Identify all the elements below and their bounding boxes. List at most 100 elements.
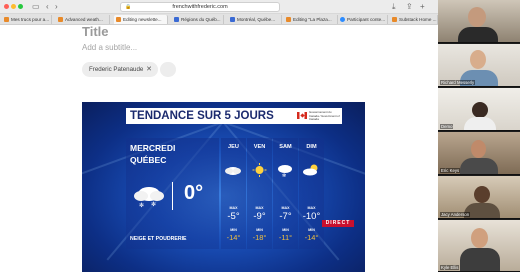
participant-tile[interactable]: Demo bbox=[438, 88, 520, 131]
max-label: MAX bbox=[307, 206, 316, 210]
min-label: MIN bbox=[282, 228, 289, 232]
cloud-icon bbox=[225, 167, 241, 175]
tab-label: Editing newslette... bbox=[123, 17, 162, 22]
max-label: MAX bbox=[281, 206, 290, 210]
forecast-day-ven: VEN MAX -9° MIN -18° bbox=[247, 138, 272, 249]
max-temperature: -5° bbox=[227, 211, 240, 222]
avatar bbox=[474, 186, 490, 203]
avatar bbox=[472, 102, 488, 118]
min-label: MIN bbox=[230, 228, 237, 232]
participant-tile[interactable]: Kyle Ellis bbox=[438, 220, 520, 272]
author-name: Frederic Patenaude bbox=[89, 66, 144, 73]
share-icon[interactable]: ⇪ bbox=[406, 2, 413, 12]
weather-forecast-image: TENDANCE SUR 5 JOURS Gouvernement du Can… bbox=[82, 102, 365, 272]
tab-mes-trucs[interactable]: Mes trucs pour a... bbox=[2, 15, 52, 24]
max-temperature: -7° bbox=[279, 211, 292, 222]
zoom-window-button[interactable] bbox=[18, 4, 23, 9]
sun-cloud-icon bbox=[303, 164, 318, 176]
tab-label: Participant conte... bbox=[347, 17, 386, 22]
participant-tile[interactable]: Jacy Anderson bbox=[438, 176, 520, 219]
participant-tile[interactable] bbox=[438, 0, 520, 43]
tab-editing-la-plaza[interactable]: Editing "La Plaza... bbox=[284, 15, 338, 24]
tab-strip: Mes trucs pour a... Advanced weath... Ed… bbox=[0, 14, 438, 25]
min-temperature: -18° bbox=[252, 233, 267, 242]
tab-label: Mes trucs pour a... bbox=[11, 17, 50, 22]
svg-text:✻: ✻ bbox=[282, 173, 286, 177]
tab-regions-quebec[interactable]: Régions du Québ... bbox=[172, 15, 224, 24]
day-name: SAM bbox=[279, 144, 292, 150]
participant-name: Richard Messerly bbox=[440, 80, 476, 85]
min-temperature: -14° bbox=[304, 233, 319, 242]
sidebar-toggle-icon[interactable]: ▭ bbox=[32, 2, 40, 12]
canada-flag-icon bbox=[297, 112, 307, 119]
back-icon[interactable]: ‹ bbox=[46, 2, 49, 12]
tab-label: Montréal, Québe... bbox=[237, 17, 276, 22]
max-temperature: -10° bbox=[302, 211, 321, 222]
tab-label: Régions du Québ... bbox=[181, 17, 221, 22]
government-label: Gouvernement du Canada / Government of C… bbox=[309, 110, 340, 121]
tab-advanced-weather[interactable]: Advanced weath... bbox=[56, 15, 110, 24]
tab-label: Editing "La Plaza... bbox=[293, 17, 332, 22]
day-name: DIM bbox=[306, 144, 317, 150]
minimize-window-button[interactable] bbox=[11, 4, 16, 9]
substack-favicon-icon bbox=[286, 17, 291, 22]
participant-tile[interactable]: Richard Messerly bbox=[438, 44, 520, 87]
post-title-input[interactable]: Title bbox=[82, 24, 109, 39]
url-text: frenchwithfrederic.com bbox=[172, 4, 228, 10]
live-badge: DIRECT bbox=[322, 220, 354, 227]
min-label: MIN bbox=[308, 228, 315, 232]
forecast-day-jeu: JEU MAX -5° MIN -14° bbox=[221, 138, 246, 249]
add-author-button[interactable] bbox=[160, 62, 176, 77]
new-tab-icon[interactable]: + bbox=[420, 2, 425, 12]
substack-favicon-icon bbox=[4, 17, 9, 22]
min-temperature: -14° bbox=[226, 233, 241, 242]
avatar bbox=[471, 140, 486, 158]
today-day: MERCREDI bbox=[130, 143, 176, 153]
avatar bbox=[470, 50, 486, 69]
globe-favicon-icon bbox=[230, 17, 235, 22]
cloud-snow-icon: ✻ ✻ bbox=[134, 187, 164, 208]
globe-favicon-icon bbox=[174, 17, 179, 22]
address-bar[interactable]: 🔒 frenchwithfrederic.com bbox=[120, 2, 280, 12]
max-label: MAX bbox=[255, 206, 264, 210]
browser-toolbar: ▭ ‹ › 🔒 frenchwithfrederic.com ⤓ ⇪ + bbox=[0, 0, 438, 14]
substack-favicon-icon bbox=[58, 17, 63, 22]
svg-text:✻: ✻ bbox=[151, 201, 156, 208]
forecast-day-sam: SAM ✻ MAX -7° MIN -11° bbox=[273, 138, 298, 249]
tab-label: Advanced weath... bbox=[65, 17, 103, 22]
forward-icon[interactable]: › bbox=[55, 2, 58, 12]
tab-montreal[interactable]: Montréal, Québe... bbox=[228, 15, 282, 24]
post-subtitle-input[interactable]: Add a subtitle... bbox=[82, 43, 137, 52]
today-city: QUÉBEC bbox=[130, 155, 167, 165]
close-window-button[interactable] bbox=[4, 4, 9, 9]
tab-substack-home[interactable]: Substack Home ... bbox=[390, 15, 438, 24]
avatar bbox=[468, 7, 486, 27]
participant-name: Jacy Anderson bbox=[440, 212, 471, 217]
author-chip[interactable]: Frederic Patenaude ✕ bbox=[82, 62, 158, 77]
divider bbox=[172, 182, 173, 210]
tab-participant[interactable]: Participant conte... bbox=[338, 15, 388, 24]
participant-tile[interactable]: Eric Keys bbox=[438, 132, 520, 175]
download-icon[interactable]: ⤓ bbox=[392, 2, 396, 12]
participant-name: Demo bbox=[440, 124, 454, 129]
substack-favicon-icon bbox=[116, 17, 121, 22]
min-temperature: -11° bbox=[278, 233, 293, 242]
today-temperature: 0° bbox=[184, 182, 204, 204]
max-temperature: -9° bbox=[253, 211, 266, 222]
remove-author-icon[interactable]: ✕ bbox=[146, 62, 152, 77]
svg-text:✻: ✻ bbox=[139, 202, 144, 208]
substack-favicon-icon bbox=[392, 17, 397, 22]
day-name: JEU bbox=[228, 144, 239, 150]
screen: ▭ ‹ › 🔒 frenchwithfrederic.com ⤓ ⇪ + Mes… bbox=[0, 0, 520, 272]
forecast-banner: TENDANCE SUR 5 JOURS Gouvernement du Can… bbox=[126, 108, 342, 124]
today-panel: MERCREDI QUÉBEC ✻ ✻ 0° NEIGE ET POUDRERI… bbox=[126, 138, 219, 249]
day-name: VEN bbox=[253, 144, 266, 150]
tab-editing-newsletter[interactable]: Editing newslette... bbox=[114, 15, 168, 24]
forecast-day-dim: DIM MAX -10° MIN -14° bbox=[299, 138, 324, 249]
forecast-title: TENDANCE SUR 5 JOURS bbox=[130, 110, 274, 122]
participant-name: Eric Keys bbox=[440, 168, 461, 173]
post-editor: Title Add a subtitle... Frederic Patenau… bbox=[0, 24, 438, 272]
sun-icon bbox=[252, 163, 267, 177]
lock-icon: 🔒 bbox=[125, 4, 132, 10]
participant-name: Kyle Ellis bbox=[440, 265, 460, 270]
